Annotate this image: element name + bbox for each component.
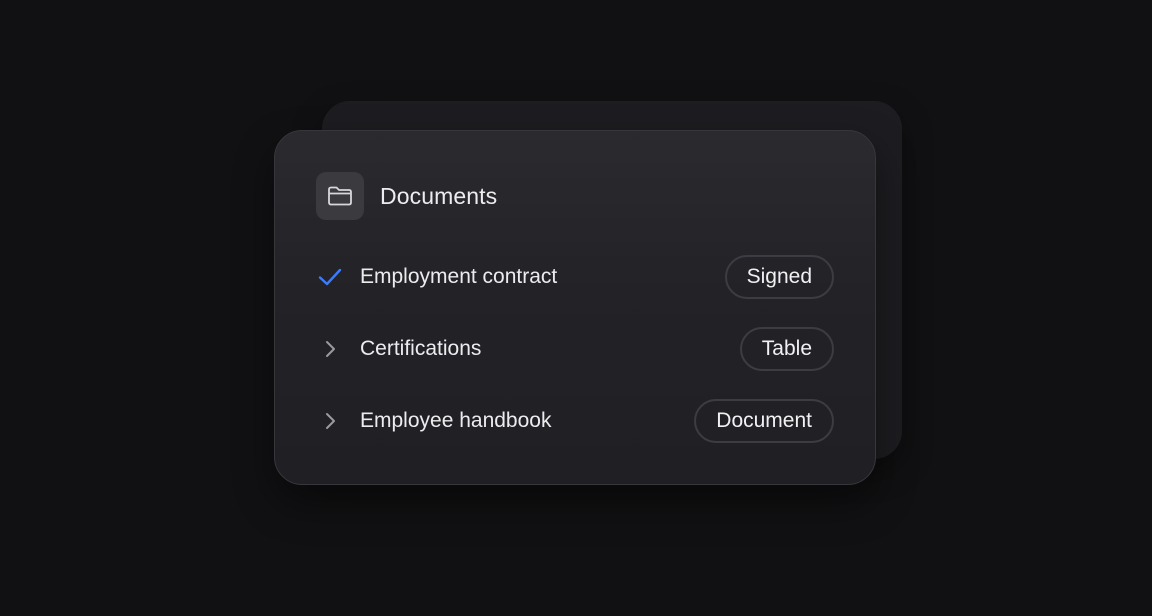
folder-icon bbox=[328, 186, 352, 206]
status-badge[interactable]: Signed bbox=[724, 255, 834, 299]
card-title: Documents bbox=[380, 182, 498, 209]
list-item-label: Employee handbook bbox=[360, 409, 552, 432]
card-header: Documents bbox=[316, 172, 497, 220]
list-item-employee-handbook[interactable]: Employee handbook Document bbox=[316, 397, 834, 445]
documents-card: Documents Employment contract Signed Cer… bbox=[274, 130, 876, 485]
stage: Documents Employment contract Signed Cer… bbox=[0, 0, 1152, 616]
list-item-employment-contract[interactable]: Employment contract Signed bbox=[316, 253, 834, 301]
chevron-right-icon[interactable] bbox=[316, 407, 344, 435]
folder-icon-box bbox=[316, 172, 364, 220]
list-item-label: Certifications bbox=[360, 337, 482, 360]
check-icon bbox=[316, 263, 344, 291]
type-badge[interactable]: Document bbox=[694, 399, 834, 443]
list-item-label: Employment contract bbox=[360, 265, 558, 288]
chevron-right-icon[interactable] bbox=[316, 335, 344, 363]
list-item-certifications[interactable]: Certifications Table bbox=[316, 325, 834, 373]
type-badge[interactable]: Table bbox=[739, 327, 834, 371]
